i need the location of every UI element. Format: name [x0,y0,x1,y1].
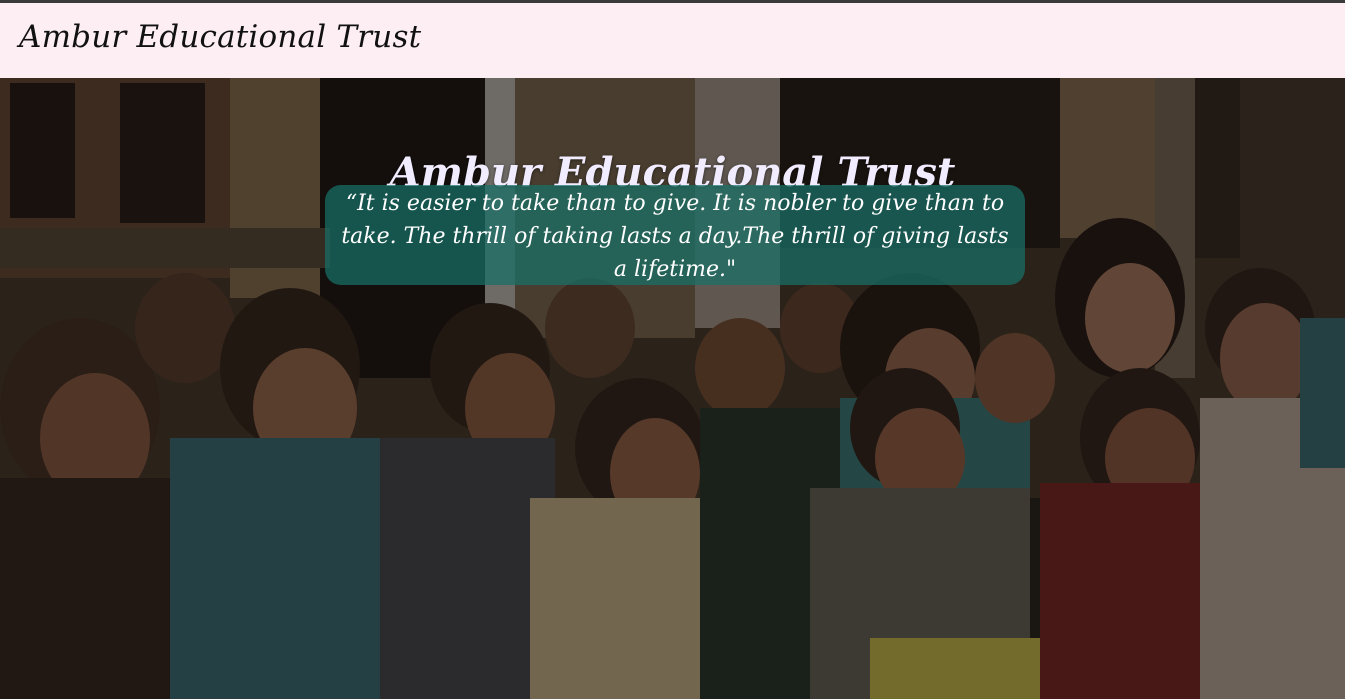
quote-text: “It is easier to take than to give. It i… [341,191,1009,282]
hero-banner: Ambur Educational Trust “It is easier to… [0,78,1345,699]
brand-link[interactable]: Ambur Educational Trust [19,19,421,55]
navbar: Ambur Educational Trust [0,3,1345,78]
quote-box: “It is easier to take than to give. It i… [325,185,1025,285]
